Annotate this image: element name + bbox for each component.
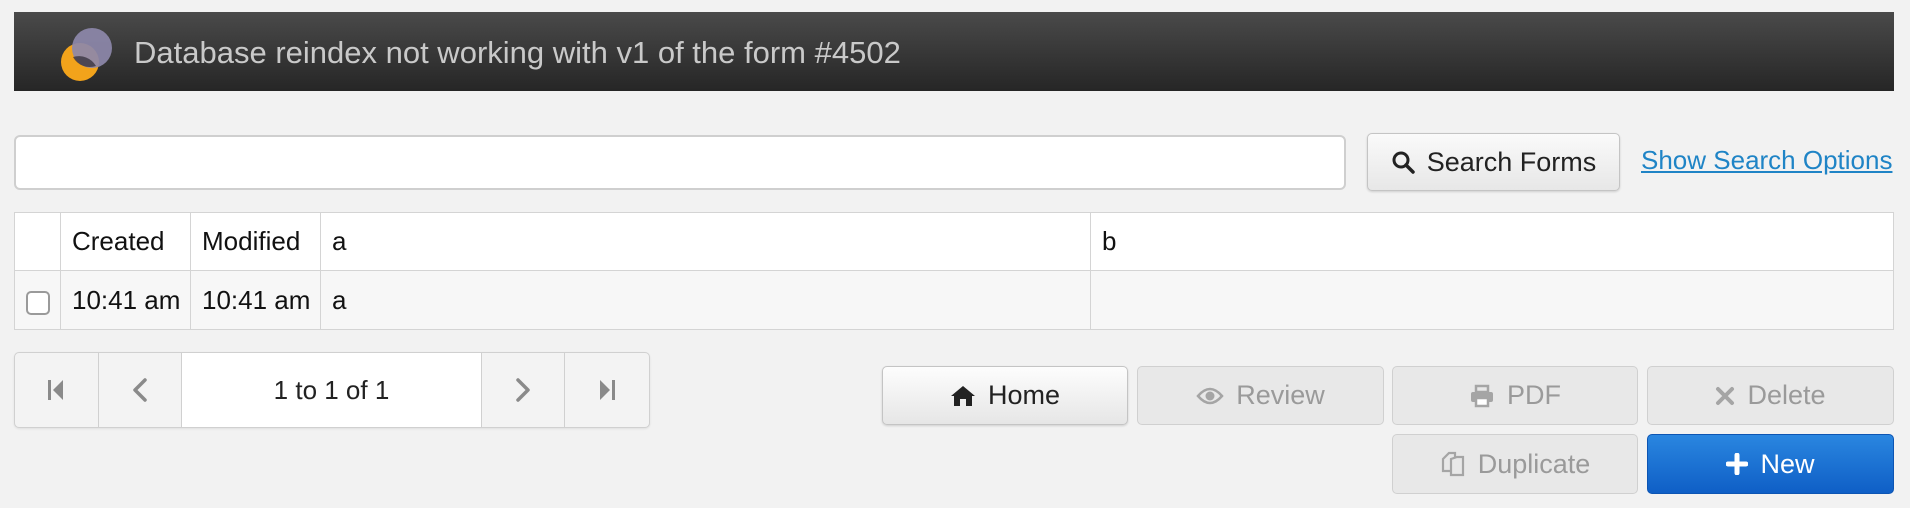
page-info: 1 to 1 of 1 bbox=[182, 353, 482, 427]
table-header-row: Created Modified a b bbox=[15, 213, 1893, 271]
new-label: New bbox=[1760, 448, 1815, 479]
eye-icon bbox=[1196, 386, 1224, 406]
row-checkbox[interactable] bbox=[25, 291, 50, 315]
next-page-button[interactable] bbox=[482, 353, 566, 427]
review-label: Review bbox=[1236, 380, 1325, 410]
forms-table: Created Modified a b 10:41 am 10:41 am a bbox=[14, 212, 1894, 330]
last-page-button[interactable] bbox=[565, 353, 649, 427]
prev-page-button[interactable] bbox=[99, 353, 183, 427]
next-page-icon bbox=[516, 378, 530, 402]
cell-b bbox=[1091, 271, 1893, 329]
column-header-modified[interactable]: Modified bbox=[191, 213, 321, 270]
prev-page-icon bbox=[133, 378, 147, 402]
home-button[interactable]: Home bbox=[882, 366, 1128, 425]
header-select-cell bbox=[15, 213, 61, 270]
search-forms-button[interactable]: Search Forms bbox=[1367, 133, 1620, 191]
page-title: Database reindex not working with v1 of … bbox=[134, 35, 901, 70]
delete-label: Delete bbox=[1747, 380, 1826, 410]
print-icon bbox=[1469, 384, 1495, 408]
new-button[interactable]: New bbox=[1647, 434, 1894, 494]
cell-created: 10:41 am bbox=[61, 271, 191, 329]
column-header-created[interactable]: Created bbox=[61, 213, 191, 270]
table-row[interactable]: 10:41 am 10:41 am a bbox=[15, 271, 1893, 329]
home-label: Home bbox=[987, 380, 1061, 410]
duplicate-label: Duplicate bbox=[1477, 448, 1591, 479]
first-page-icon bbox=[48, 380, 64, 400]
delete-x-icon bbox=[1715, 386, 1735, 406]
delete-button[interactable]: Delete bbox=[1647, 366, 1894, 425]
column-header-a[interactable]: a bbox=[321, 213, 1091, 270]
review-button[interactable]: Review bbox=[1137, 366, 1384, 425]
duplicate-button[interactable]: Duplicate bbox=[1392, 434, 1638, 494]
first-page-button[interactable] bbox=[15, 353, 99, 427]
copy-icon bbox=[1440, 451, 1466, 477]
cell-modified: 10:41 am bbox=[191, 271, 321, 329]
search-forms-label: Search Forms bbox=[1426, 146, 1597, 177]
show-search-options-link[interactable]: Show Search Options bbox=[1641, 145, 1892, 176]
last-page-icon bbox=[600, 380, 616, 400]
search-input[interactable] bbox=[14, 135, 1346, 190]
app-header: Database reindex not working with v1 of … bbox=[14, 12, 1894, 91]
column-header-b[interactable]: b bbox=[1091, 213, 1893, 270]
pdf-button[interactable]: PDF bbox=[1392, 366, 1638, 425]
home-icon bbox=[950, 384, 976, 408]
logo-icon bbox=[61, 28, 112, 81]
cell-a: a bbox=[321, 271, 1091, 329]
pagination: 1 to 1 of 1 bbox=[14, 352, 650, 428]
pdf-label: PDF bbox=[1507, 380, 1561, 410]
plus-icon bbox=[1726, 453, 1749, 475]
row-select-cell bbox=[15, 271, 61, 329]
search-icon bbox=[1391, 150, 1415, 174]
